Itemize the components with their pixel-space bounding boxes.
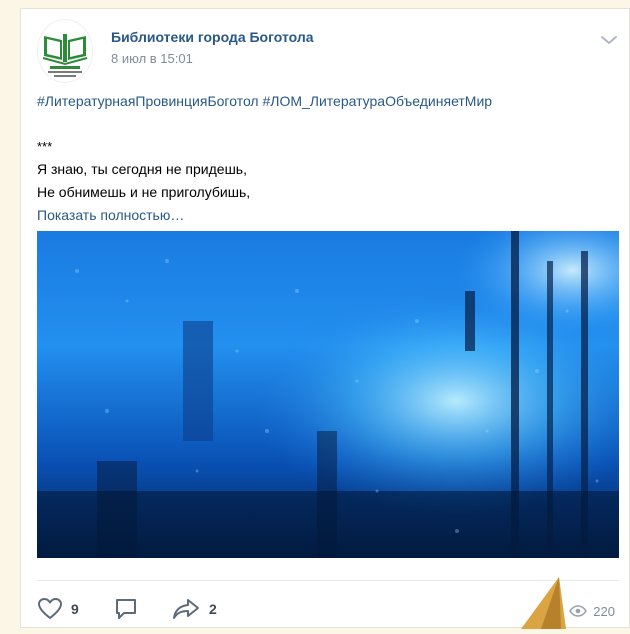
poem-separator: *** — [37, 139, 53, 154]
like-count: 9 — [71, 601, 79, 617]
comment-icon — [113, 597, 139, 621]
decorative-corner-shape — [521, 577, 566, 629]
show-more-link[interactable]: Показать полностью… — [37, 207, 184, 223]
post-photo[interactable] — [37, 231, 619, 558]
views-count: 220 — [593, 603, 615, 619]
poem-line-1: Я знаю, ты сегодня не придешь, — [37, 161, 247, 177]
heart-icon — [37, 597, 63, 621]
chevron-down-icon[interactable] — [599, 33, 619, 47]
library-logo-icon[interactable] — [37, 19, 93, 83]
share-arrow-icon — [171, 597, 201, 621]
post-hashtags-link[interactable]: #ЛитературнаяПровинцияБоготол #ЛОМ_Литер… — [37, 93, 492, 109]
author-name-link[interactable]: Библиотеки города Боготола — [111, 29, 314, 45]
share-button[interactable]: 2 — [171, 597, 217, 621]
post-card: Библиотеки города Боготола 8 июл в 15:01… — [20, 8, 630, 629]
share-count: 2 — [209, 601, 217, 617]
eye-icon — [569, 605, 588, 617]
views-counter: 220 — [569, 599, 615, 623]
poem-line-2: Не обнимешь и не приголубишь, — [37, 184, 251, 200]
like-button[interactable]: 9 — [37, 597, 79, 621]
post-date[interactable]: 8 июл в 15:01 — [111, 51, 193, 66]
comment-button[interactable] — [113, 597, 139, 621]
